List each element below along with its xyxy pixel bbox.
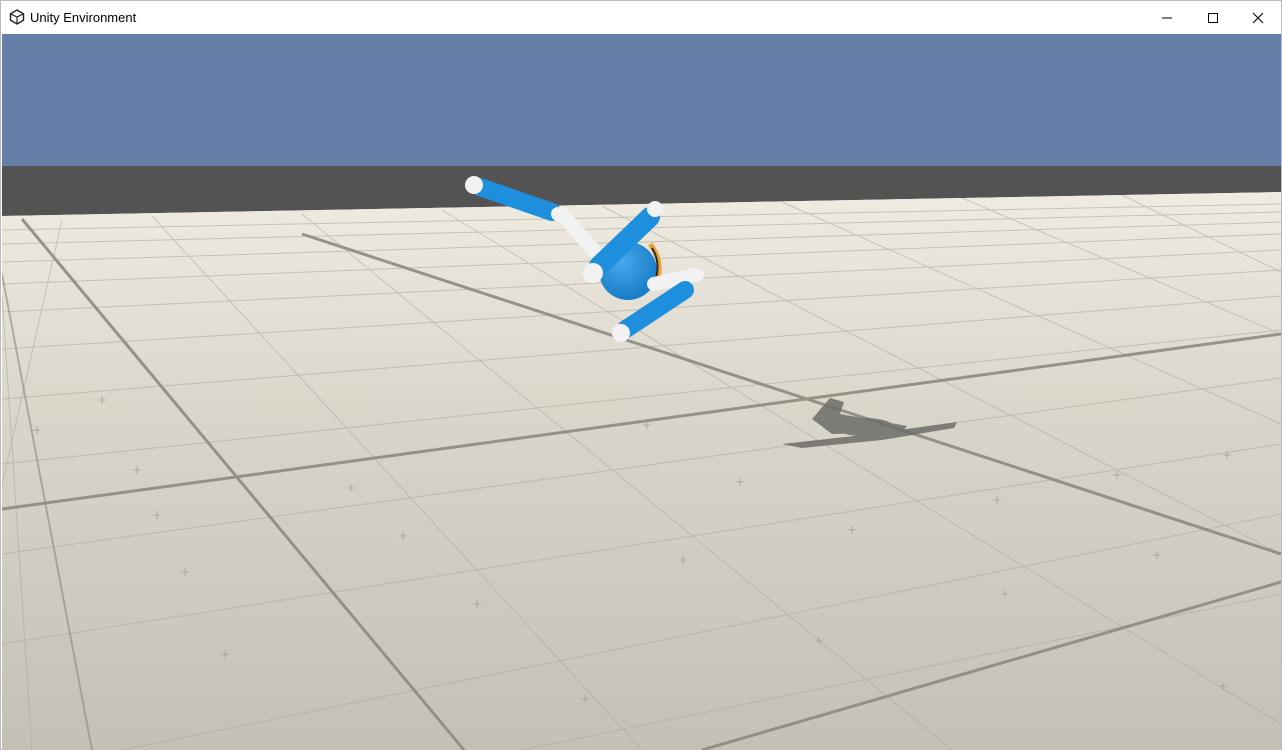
svg-text:+: + <box>580 692 590 706</box>
game-viewport[interactable]: + + + + + + + + + + + + + + + + + + + + <box>2 34 1281 750</box>
svg-text:+: + <box>1218 679 1228 693</box>
svg-text:+: + <box>220 647 230 661</box>
svg-text:+: + <box>992 493 1002 507</box>
close-button[interactable] <box>1235 1 1281 34</box>
svg-text:+: + <box>472 597 482 611</box>
minimize-button[interactable] <box>1144 1 1190 34</box>
svg-text:+: + <box>97 393 107 407</box>
sky <box>2 34 1281 168</box>
svg-text:+: + <box>1000 587 1010 601</box>
svg-text:+: + <box>132 463 142 477</box>
svg-text:+: + <box>735 475 745 489</box>
svg-text:+: + <box>1152 548 1162 562</box>
svg-text:+: + <box>398 529 408 543</box>
title-bar[interactable]: Unity Environment <box>1 1 1281 34</box>
close-icon <box>1252 12 1264 24</box>
svg-text:+: + <box>678 553 688 567</box>
svg-text:+: + <box>1222 448 1232 462</box>
maximize-button[interactable] <box>1190 1 1236 34</box>
svg-text:+: + <box>1112 468 1122 482</box>
svg-text:+: + <box>32 423 42 437</box>
unity-window: Unity Environment + + + + + + + + + + + … <box>0 0 1282 750</box>
svg-text:+: + <box>180 565 190 579</box>
minimize-icon <box>1161 12 1173 24</box>
svg-text:+: + <box>346 481 356 495</box>
unity-logo-icon <box>9 9 25 25</box>
maximize-icon <box>1207 12 1219 24</box>
svg-text:+: + <box>847 523 857 537</box>
svg-text:+: + <box>814 634 824 648</box>
svg-text:+: + <box>152 508 162 522</box>
svg-text:+: + <box>642 418 652 432</box>
window-title: Unity Environment <box>30 10 137 25</box>
